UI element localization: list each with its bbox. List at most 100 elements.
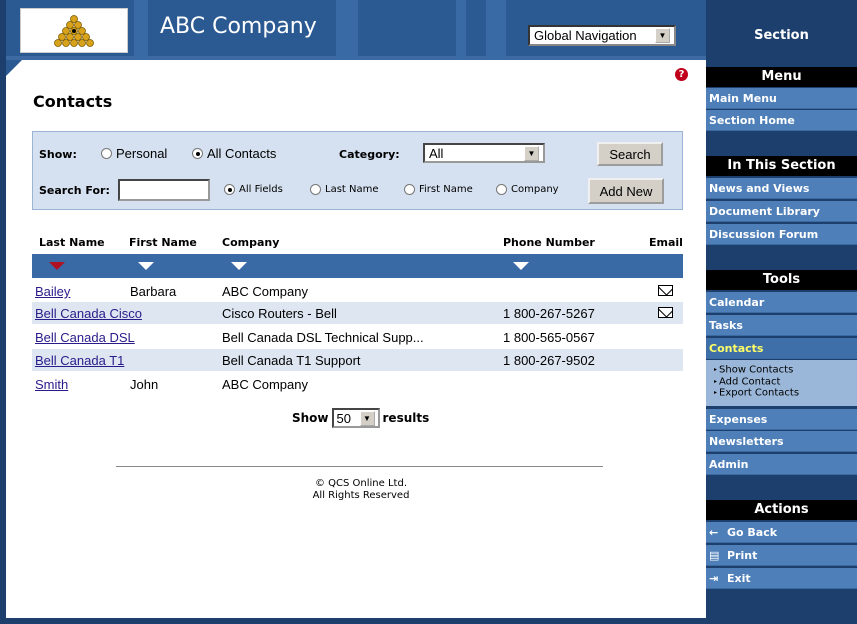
sidebar-actions-header: Actions — [706, 500, 857, 520]
sidebar-item-newsletters[interactable]: Newsletters — [706, 431, 857, 452]
action-go-back[interactable]: ← Go Back — [706, 522, 857, 543]
exit-icon: ⇥ — [709, 572, 719, 585]
sidebar-item-section-home[interactable]: Section Home — [706, 110, 857, 131]
chevron-down-icon[interactable]: ▼ — [655, 28, 670, 43]
sidebar-item-document-library[interactable]: Document Library — [706, 201, 857, 222]
radio-personal-label: Personal — [116, 146, 168, 161]
sidebar-item-discussion-forum[interactable]: Discussion Forum — [706, 224, 857, 245]
sort-arrow-icon[interactable] — [513, 262, 529, 270]
column-header-company[interactable]: Company — [222, 236, 279, 249]
action-exit[interactable]: ⇥ Exit — [706, 568, 857, 589]
sidebar-section-title: Section — [754, 28, 809, 43]
sidebar-item-tasks[interactable]: Tasks — [706, 315, 857, 336]
email-envelope-icon[interactable] — [658, 285, 673, 296]
chevron-down-icon[interactable]: ▼ — [359, 410, 375, 426]
page-title: Contacts — [33, 92, 113, 111]
company-name: ABC Company — [160, 14, 317, 39]
sidebar-menu-header: Menu — [706, 67, 857, 87]
radio-button[interactable] — [404, 184, 415, 195]
rights-text: All Rights Reserved — [312, 490, 410, 501]
radio-all-fields[interactable]: All Fields — [224, 184, 283, 195]
company-cell: Bell Canada DSL Technical Supp... — [222, 330, 424, 345]
results-per-page: Show 50 ▼ results — [292, 408, 429, 428]
global-navigation-select[interactable]: Global Navigation ▼ — [528, 25, 676, 46]
submenu-show-contacts[interactable]: Show Contacts — [714, 364, 857, 376]
radio-company-label: Company — [511, 184, 559, 195]
footer-divider — [116, 466, 603, 467]
radio-button[interactable] — [101, 148, 112, 159]
radio-button[interactable] — [496, 184, 507, 195]
contact-link[interactable]: Bell Canada DSL — [35, 330, 135, 345]
radio-last-name[interactable]: Last Name — [310, 184, 379, 195]
chevron-down-icon[interactable]: ▼ — [524, 145, 539, 161]
action-go-back-label: Go Back — [727, 526, 778, 539]
phone-cell: 1 800-267-5267 — [503, 306, 595, 321]
radio-button-selected[interactable] — [224, 184, 235, 195]
category-label: Category: — [339, 148, 400, 161]
sort-arrow-icon[interactable] — [231, 262, 247, 270]
action-exit-label: Exit — [727, 572, 751, 585]
phone-cell: 1 800-267-9502 — [503, 353, 595, 368]
radio-company[interactable]: Company — [496, 184, 559, 195]
header-stripe — [456, 0, 466, 60]
action-print[interactable]: ▤ Print — [706, 545, 857, 566]
radio-button[interactable] — [310, 184, 321, 195]
sidebar-item-main-menu[interactable]: Main Menu — [706, 88, 857, 109]
contact-link[interactable]: Bailey — [35, 284, 70, 299]
first-name-cell: Barbara — [130, 284, 177, 299]
sort-arrow-icon[interactable] — [138, 262, 154, 270]
column-header-last-name[interactable]: Last Name — [39, 236, 105, 249]
submenu-export-contacts[interactable]: Export Contacts — [714, 387, 857, 399]
contact-link[interactable]: Smith — [35, 377, 68, 392]
sidebar-item-admin[interactable]: Admin — [706, 454, 857, 475]
category-value: All — [429, 145, 444, 161]
radio-first-name[interactable]: First Name — [404, 184, 473, 195]
radio-button-selected[interactable] — [192, 148, 203, 159]
contact-link[interactable]: Bell Canada T1 — [35, 353, 124, 368]
sidebar-item-contacts[interactable]: Contacts — [706, 338, 857, 359]
column-header-phone[interactable]: Phone Number — [503, 236, 595, 249]
action-print-label: Print — [727, 549, 758, 562]
main-content: ABC Company Global Navigation ▼ ? Contac… — [0, 0, 706, 624]
radio-all-contacts[interactable]: All Contacts — [192, 146, 276, 161]
sidebar-item-expenses[interactable]: Expenses — [706, 409, 857, 430]
show-label: Show: — [39, 148, 77, 161]
global-navigation-value: Global Navigation — [534, 28, 637, 43]
header-corner — [6, 60, 22, 76]
column-header-first-name[interactable]: First Name — [129, 236, 197, 249]
table-row: Smith John ABC Company — [32, 373, 683, 395]
results-count-value: 50 — [336, 410, 351, 426]
sidebar: Section Menu Main Menu Section Home In T… — [706, 0, 857, 624]
table-row: Bailey Barbara ABC Company — [32, 280, 683, 302]
sidebar-item-news-and-views[interactable]: News and Views — [706, 178, 857, 199]
search-input[interactable] — [118, 179, 210, 201]
header-stripe — [486, 0, 506, 60]
header-bar: ABC Company Global Navigation ▼ — [6, 0, 706, 60]
search-for-label: Search For: — [39, 184, 110, 197]
results-count-select[interactable]: 50 ▼ — [331, 408, 380, 428]
radio-all-contacts-label: All Contacts — [207, 146, 277, 161]
sidebar-item-calendar[interactable]: Calendar — [706, 292, 857, 313]
email-envelope-icon[interactable] — [658, 307, 673, 318]
sidebar-tools-header: Tools — [706, 270, 857, 290]
company-cell: ABC Company — [222, 377, 308, 392]
search-button[interactable]: Search — [597, 142, 663, 166]
header-stripe — [134, 0, 148, 60]
submenu-add-contact[interactable]: Add Contact — [714, 376, 857, 388]
radio-last-name-label: Last Name — [325, 184, 379, 195]
column-header-email[interactable]: Email — [649, 236, 683, 249]
company-cell: Cisco Routers - Bell — [222, 306, 337, 321]
category-select[interactable]: All ▼ — [423, 143, 545, 163]
sort-descending-icon[interactable] — [49, 262, 65, 270]
help-icon[interactable]: ? — [675, 68, 688, 81]
company-cell: ABC Company — [222, 284, 308, 299]
radio-personal[interactable]: Personal — [101, 146, 167, 161]
sort-bar — [32, 254, 683, 278]
add-new-button[interactable]: Add New — [588, 178, 664, 204]
contact-link[interactable]: Bell Canada Cisco — [35, 306, 142, 321]
radio-all-fields-label: All Fields — [239, 184, 283, 195]
header-stripe — [336, 0, 358, 60]
table-row: Bell Canada DSL Bell Canada DSL Technica… — [32, 326, 683, 348]
company-logo[interactable] — [20, 8, 128, 53]
company-cell: Bell Canada T1 Support — [222, 353, 361, 368]
